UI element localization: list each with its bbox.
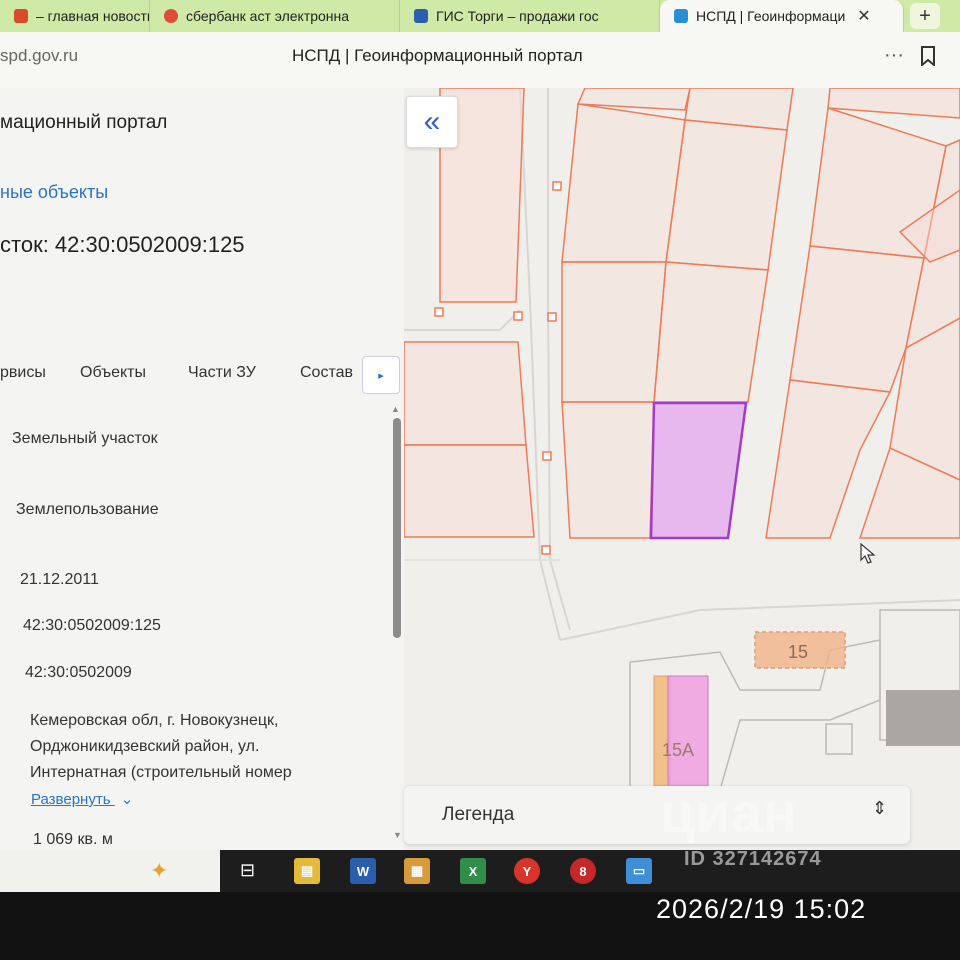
house-number-label: 15 [788,642,808,662]
file-manager-icon[interactable]: ▤ [294,858,320,884]
folder-icon[interactable]: ▦ [404,858,430,884]
tab-bar: – главная новостна сбербанк аст электрон… [0,0,960,32]
legend-title: Легенда [442,804,515,825]
field-object-type: Земельный участок [12,430,158,447]
address-line: Интернатная (строительный номер [30,764,292,781]
parcel[interactable] [827,88,960,119]
field-area: 1 069 кв. м [33,831,113,848]
field-kind: Землепользование [16,501,159,518]
address-bar: spd.gov.ru НСПД | Геоинформационный порт… [0,32,960,89]
selected-parcel[interactable] [649,401,748,540]
address-line: Орджоникидзевский район, ул. [30,738,260,755]
watermark: циан [660,781,798,844]
parcel[interactable] [404,444,535,538]
parcel[interactable] [561,261,667,403]
panel-tabs: рвисы Объекты Части ЗУ Состав ▸ [0,356,404,396]
tab-label: – главная новостна [36,8,150,24]
tab-parts[interactable]: Части ЗУ [188,364,256,382]
nspd-favicon-icon [674,9,688,23]
address-line: Кемеровская обл, г. Новокузнецк, [30,712,279,729]
news-favicon-icon [14,9,28,23]
red-app-icon[interactable]: 8 [570,858,596,884]
more-menu-icon[interactable]: ··· [884,44,904,67]
expand-label: Развернуть [31,791,111,808]
close-tab-icon[interactable]: ✕ [857,6,870,26]
tab-label: НСПД | Геоинформаци [696,8,846,24]
field-address: Кемеровская обл, г. Новокузнецк, Орджони… [30,708,390,786]
scroll-up-icon[interactable]: ▲ [391,404,400,414]
watermark-id: ID 327142674 [684,848,822,870]
url-text[interactable]: spd.gov.ru [0,46,78,66]
parcel[interactable] [561,103,686,263]
parcel[interactable] [561,401,655,539]
bookmark-icon[interactable] [920,46,936,66]
sparkle-icon[interactable]: ✦ [150,858,168,884]
portal-title: мационный портал [0,112,168,133]
building-15a[interactable] [653,675,709,787]
photo-screen: – главная новостна сбербанк аст электрон… [0,0,960,960]
tab-sberbank-ast[interactable]: сбербанк аст электронна [150,0,400,32]
field-quarter: 42:30:0502009 [25,664,132,681]
field-date: 21.12.2011 [20,571,99,588]
yandex-browser-icon[interactable]: Y [514,858,540,884]
objects-link[interactable]: ные объекты [0,182,108,203]
parcel[interactable] [653,261,769,403]
chevron-down-icon: ⌄ [120,791,134,808]
parcel[interactable] [665,119,788,271]
tab-gis-torgi[interactable]: ГИС Торги – продажи гос [400,0,660,32]
new-tab-button[interactable]: + [910,3,940,29]
tab-label: ГИС Торги – продажи гос [436,8,599,24]
parcel[interactable] [404,341,527,446]
word-icon[interactable]: W [350,858,376,884]
cadastral-map[interactable]: 15 15А [404,88,960,850]
info-panel: мационный портал ные объекты сток: 42:30… [0,88,404,850]
parcel-heading: сток: 42:30:0502009:125 [0,232,245,257]
tab-nspd[interactable]: НСПД | Геоинформаци ✕ [660,0,904,32]
excel-icon[interactable]: X [460,858,486,884]
scrollbar-thumb[interactable] [393,418,401,638]
photo-timestamp: 2026/2/19 15:02 [656,894,867,924]
tab-news[interactable]: – главная новостна [0,0,150,32]
building-gray [886,690,960,746]
page-title: НСПД | Геоинформационный портал [292,46,583,65]
gis-favicon-icon [414,9,428,23]
taskbar-widgets[interactable]: ✦ [0,850,220,892]
house-number-label: 15А [662,740,694,760]
scanner-icon[interactable]: ▭ [626,858,652,884]
yandex-favicon-icon [164,9,178,23]
tabs-next-button[interactable]: ▸ [362,356,400,394]
tab-objects[interactable]: Объекты [80,364,146,382]
legend-bar[interactable]: Легенда ⇕ [404,786,910,844]
scroll-down-icon[interactable]: ▼ [393,830,402,840]
collapse-panel-button[interactable]: « [406,96,458,148]
map-canvas[interactable]: 15 15А [404,88,960,850]
tab-label: сбербанк аст электронна [186,8,350,24]
expand-link[interactable]: Развернуть ⌄ [31,790,133,808]
tab-services[interactable]: рвисы [0,364,46,382]
task-view-icon[interactable]: ⊟ [240,860,255,881]
mouse-cursor-icon [860,543,876,564]
field-cadastral-number: 42:30:0502009:125 [23,617,161,634]
tab-composition[interactable]: Состав [300,364,353,382]
legend-toggle-icon[interactable]: ⇕ [872,798,887,819]
